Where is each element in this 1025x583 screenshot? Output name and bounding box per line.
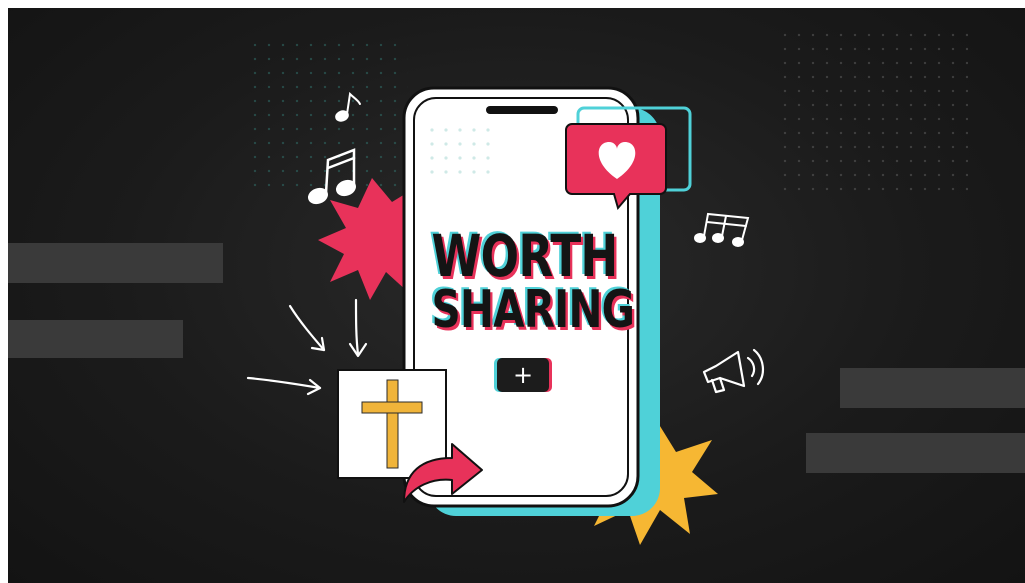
music-notes-right-icon [694, 212, 750, 247]
music-note-icon [335, 91, 361, 122]
create-button[interactable]: + [497, 358, 549, 392]
hand-arrow-2 [348, 298, 368, 358]
headline-line-2: SHARING [431, 280, 635, 340]
megaphone-icon [702, 348, 764, 394]
hand-arrow-1 [288, 304, 326, 352]
hand-arrow-3 [246, 376, 322, 396]
music-notes-icon [308, 148, 356, 205]
headline: WORTH SHARING [406, 0, 638, 583]
